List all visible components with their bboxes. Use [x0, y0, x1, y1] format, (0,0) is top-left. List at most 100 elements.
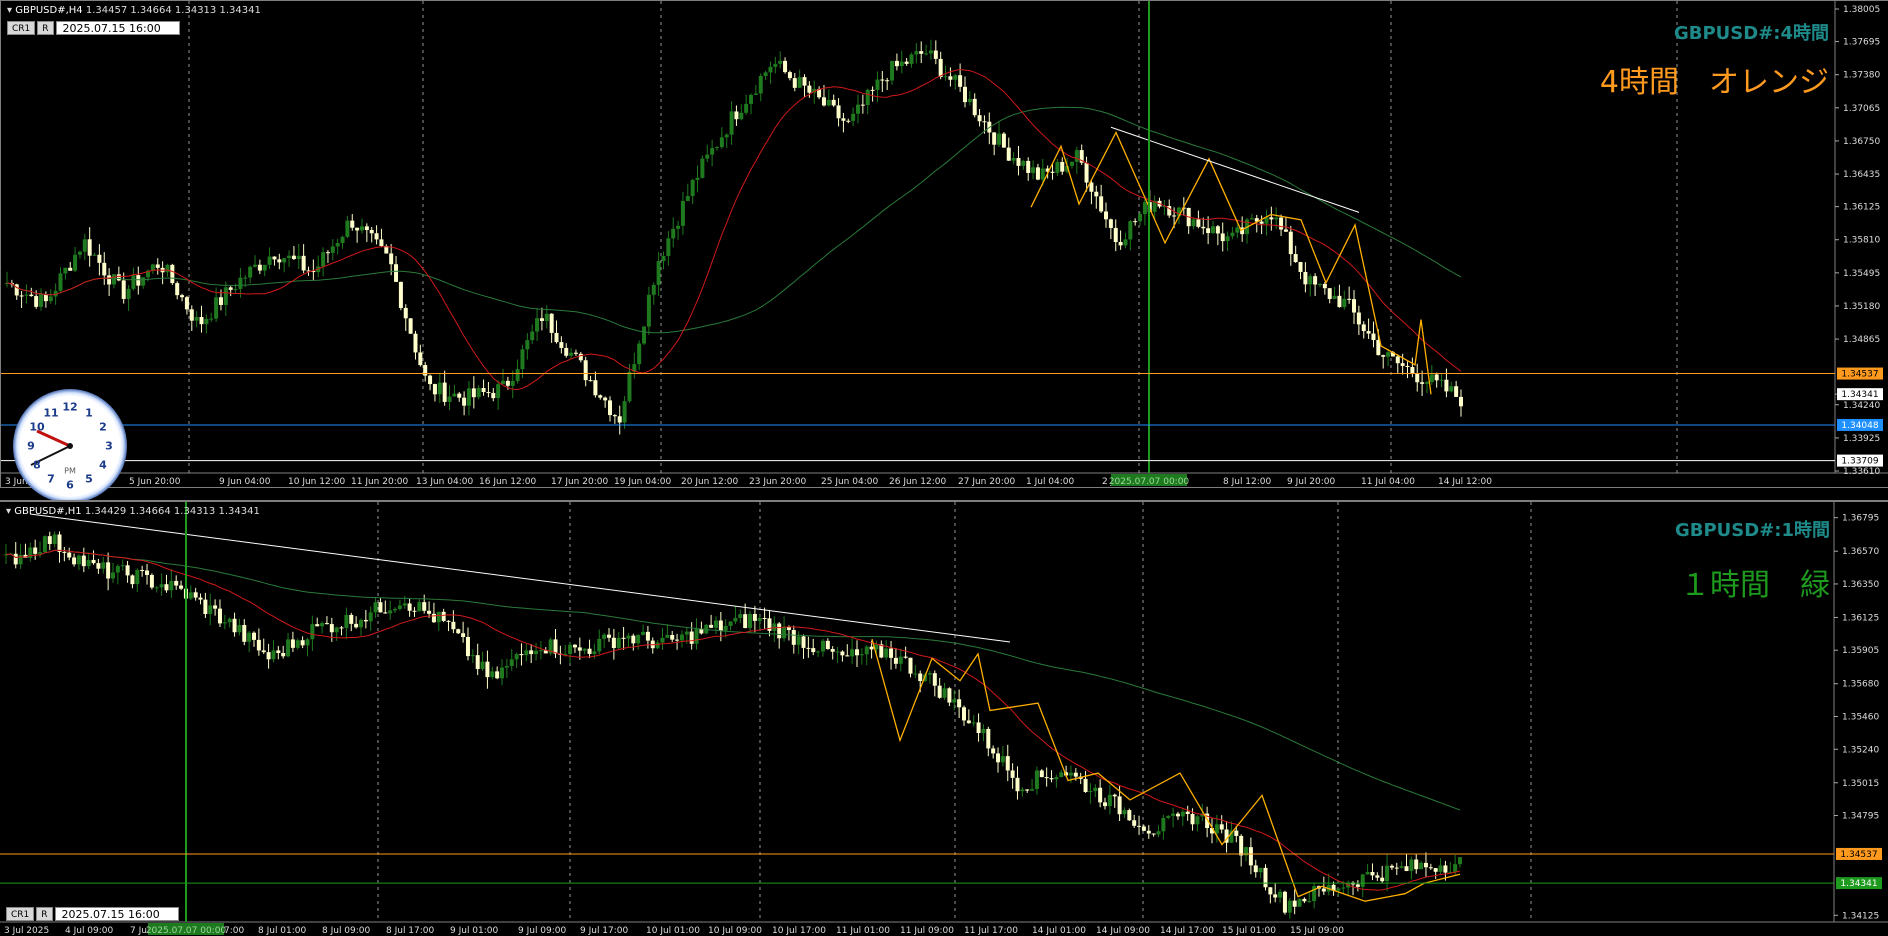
- candle-body: [1201, 226, 1206, 229]
- clock-number-11: 11: [43, 406, 59, 420]
- time-tick-label: 9 Jul 09:00: [518, 926, 567, 936]
- candle-body: [1423, 862, 1428, 868]
- candle-body: [859, 654, 864, 656]
- candle-body: [913, 673, 918, 675]
- clock-number-10: 10: [29, 420, 45, 434]
- time-tick-label: 8 Jul 09:00: [322, 926, 371, 936]
- candle-body: [1128, 221, 1133, 240]
- time-tick-label: 9 Jun 04:00: [219, 477, 271, 487]
- time-tick-label: 8 Jul 17:00: [386, 926, 435, 936]
- candle-body: [92, 254, 97, 256]
- chart-window-h4[interactable]: 1.38005 1.37695 1.37380 1.37065 1.36750 1.364…: [0, 0, 1888, 503]
- candle-body: [1409, 859, 1414, 872]
- time-tick-label: 26 Jun 12:00: [889, 477, 946, 487]
- candle-body: [622, 401, 627, 423]
- candle-body: [63, 267, 68, 274]
- candle-body: [938, 58, 943, 77]
- candle-body: [86, 559, 91, 567]
- candle-body: [217, 608, 222, 624]
- candle-body: [1327, 288, 1332, 300]
- candle-body: [1010, 770, 1015, 778]
- candle-body: [286, 639, 291, 657]
- dropdown-triangle-icon[interactable]: ▾: [6, 506, 11, 517]
- candle-body: [193, 592, 198, 598]
- price-tick-label: 1.36125: [1842, 613, 1879, 623]
- candle-body: [339, 627, 344, 629]
- candle-body: [76, 555, 81, 565]
- candle-body: [1352, 299, 1357, 313]
- candle-body: [762, 617, 767, 619]
- candle-body: [924, 53, 929, 55]
- candle-body: [791, 630, 796, 645]
- candle-body: [159, 584, 164, 588]
- r-button[interactable]: R: [36, 907, 53, 921]
- candle-body: [174, 580, 179, 586]
- candle-body: [768, 66, 773, 73]
- candle-body: [1332, 295, 1337, 300]
- dropdown-triangle-icon[interactable]: ▾: [7, 5, 12, 16]
- candle-body: [734, 111, 739, 120]
- candle-body: [1360, 874, 1365, 887]
- candle-body: [189, 309, 194, 321]
- candle-body: [1439, 379, 1444, 381]
- candle-body: [170, 264, 175, 284]
- time-tick-label: 23 Jun 20:00: [749, 477, 806, 487]
- candle-body: [452, 393, 457, 397]
- candle-body: [851, 113, 856, 121]
- price-tick-label: 1.34795: [1842, 812, 1879, 822]
- candle-body: [820, 640, 825, 652]
- price-label: 1.34537: [1841, 370, 1878, 380]
- candle-body: [967, 98, 972, 103]
- candle-body: [538, 650, 543, 652]
- candle-body: [991, 748, 996, 754]
- candle-body: [525, 340, 530, 350]
- candle-body: [111, 274, 116, 285]
- candle-body: [315, 624, 320, 627]
- candle-body: [1415, 373, 1420, 383]
- candle-body: [402, 603, 407, 606]
- candle-body: [1259, 221, 1264, 224]
- candle-body: [836, 105, 841, 119]
- candle-body: [408, 318, 413, 334]
- candle-body: [175, 283, 180, 296]
- candle-body: [598, 395, 603, 398]
- candle-body: [992, 132, 997, 145]
- candle-body: [436, 611, 441, 623]
- candle-body: [846, 120, 851, 122]
- candle-body: [1069, 161, 1074, 166]
- candle-body: [169, 580, 174, 591]
- candle-body: [266, 652, 271, 660]
- candle-body: [1127, 810, 1132, 821]
- time-tick-label: 11 Jul 04:00: [1361, 477, 1415, 487]
- candle-body: [802, 77, 807, 86]
- r-button[interactable]: R: [37, 21, 54, 35]
- cr1-button[interactable]: CR1: [6, 907, 35, 921]
- candle-body: [617, 416, 622, 423]
- candle-body: [1040, 168, 1045, 180]
- watermark-symbol-h1: GBPUSD#:1時間: [1674, 520, 1830, 541]
- candle-body: [787, 72, 792, 79]
- chart-window-h1[interactable]: 1.36795 1.36570 1.36350 1.36125 1.35905 1.356…: [0, 500, 1888, 936]
- candle-body: [783, 60, 788, 73]
- candle-body: [39, 294, 44, 307]
- datetime-box[interactable]: 2025.07.15 16:00: [54, 907, 179, 921]
- candle-body: [67, 552, 72, 558]
- candle-body: [1039, 770, 1044, 778]
- candle-body: [1118, 242, 1123, 246]
- candle-body: [893, 657, 898, 664]
- candle-body: [394, 264, 399, 282]
- candle-body: [300, 640, 305, 646]
- candle-body: [524, 650, 529, 656]
- cr1-button[interactable]: CR1: [7, 21, 36, 35]
- candle-body: [1060, 161, 1065, 172]
- time-tick-label: 8 Jul 01:00: [258, 926, 307, 936]
- candle-body: [24, 294, 29, 296]
- candle-body: [1026, 160, 1031, 173]
- candle-body: [796, 636, 801, 645]
- candle-body: [1215, 226, 1220, 234]
- candle-body: [957, 699, 962, 708]
- price-chart-h1[interactable]: 1.36795 1.36570 1.36350 1.36125 1.35905 1.356…: [0, 502, 1888, 936]
- datetime-box[interactable]: 2025.07.15 16:00: [55, 21, 180, 35]
- candle-body: [942, 688, 947, 698]
- candle-body: [1322, 283, 1327, 289]
